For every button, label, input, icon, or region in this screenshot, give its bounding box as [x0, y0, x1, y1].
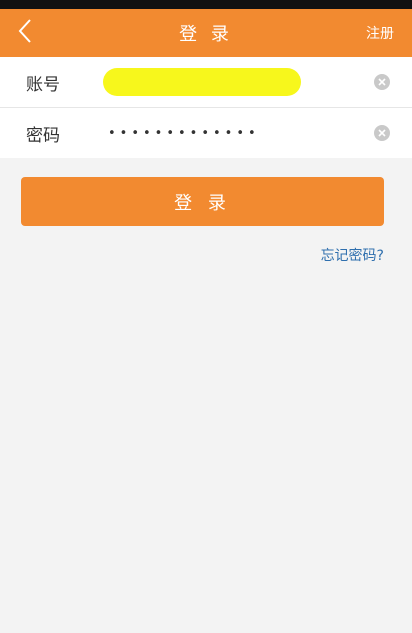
status-bar — [0, 0, 412, 9]
redacted-account-mark — [103, 68, 301, 96]
password-input[interactable]: ••••••••••••• — [108, 108, 260, 158]
navigation-bar: 登 录 注册 — [0, 9, 412, 57]
page-title: 登 录 — [179, 24, 233, 45]
account-row: 账号 — [0, 57, 412, 107]
clear-account-icon[interactable] — [374, 74, 390, 90]
password-label: 密码 — [26, 125, 60, 146]
register-button[interactable]: 注册 — [366, 9, 394, 57]
forgot-password-link[interactable]: 忘记密码? — [321, 245, 384, 265]
password-row: 密码 ••••••••••••• — [0, 108, 412, 158]
login-button[interactable]: 登 录 — [21, 177, 384, 226]
clear-password-icon[interactable] — [374, 125, 390, 141]
login-form: 账号 密码 ••••••••••••• — [0, 57, 412, 158]
account-label: 账号 — [26, 74, 60, 95]
